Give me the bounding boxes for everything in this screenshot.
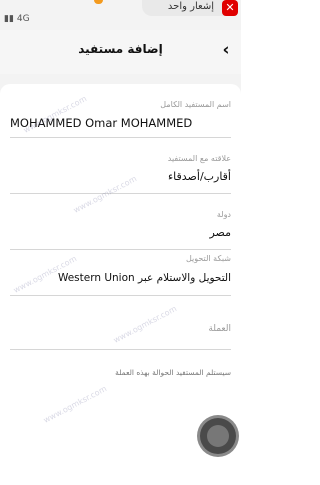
transfer-method-field[interactable]: شبكة التحويل التحويل والاستلام عبر Weste…: [10, 254, 231, 296]
header-bar: إضافة مستفيد ‹: [0, 30, 241, 74]
relationship-value[interactable]: أقارب/أصدقاء: [168, 170, 231, 183]
currency-label: العملة: [208, 324, 231, 334]
currency-hint: سيستلم المستفيد الحوالة بهذه العملة: [115, 368, 231, 377]
notification-text: إشعار واحد: [167, 1, 214, 12]
page-title: إضافة مستفيد: [78, 42, 163, 56]
relationship-field[interactable]: علاقته مع المستفيد أقارب/أصدقاء: [10, 154, 231, 194]
assistive-touch-button[interactable]: [200, 418, 236, 454]
country-field[interactable]: دولة مصر: [10, 210, 231, 250]
relationship-label: علاقته مع المستفيد: [167, 154, 231, 163]
transfer-method-label: شبكة التحويل: [185, 254, 231, 263]
notification-pill[interactable]: إشعار واحد ✕: [142, 0, 238, 16]
name-label: اسم المستفيد الكامل: [160, 100, 231, 109]
status-bar: ▮▮ 4G إشعار واحد ✕: [0, 0, 241, 30]
country-value[interactable]: مصر: [209, 226, 231, 239]
signal-icon: ▮▮: [4, 14, 14, 24]
name-value[interactable]: MOHAMMED Omar MOHAMMED: [10, 116, 192, 130]
network-indicator: ▮▮ 4G: [4, 14, 30, 24]
back-arrow-icon[interactable]: ‹: [217, 40, 235, 60]
network-label: 4G: [16, 14, 30, 24]
currency-field[interactable]: العملة: [10, 312, 231, 350]
country-label: دولة: [216, 210, 231, 219]
name-field[interactable]: اسم المستفيد الكامل MOHAMMED Omar MOHAMM…: [10, 100, 231, 138]
transfer-method-value[interactable]: التحويل والاستلام عبر Western Union: [58, 272, 231, 284]
close-icon[interactable]: ✕: [222, 0, 238, 16]
recording-indicator: [94, 0, 103, 4]
